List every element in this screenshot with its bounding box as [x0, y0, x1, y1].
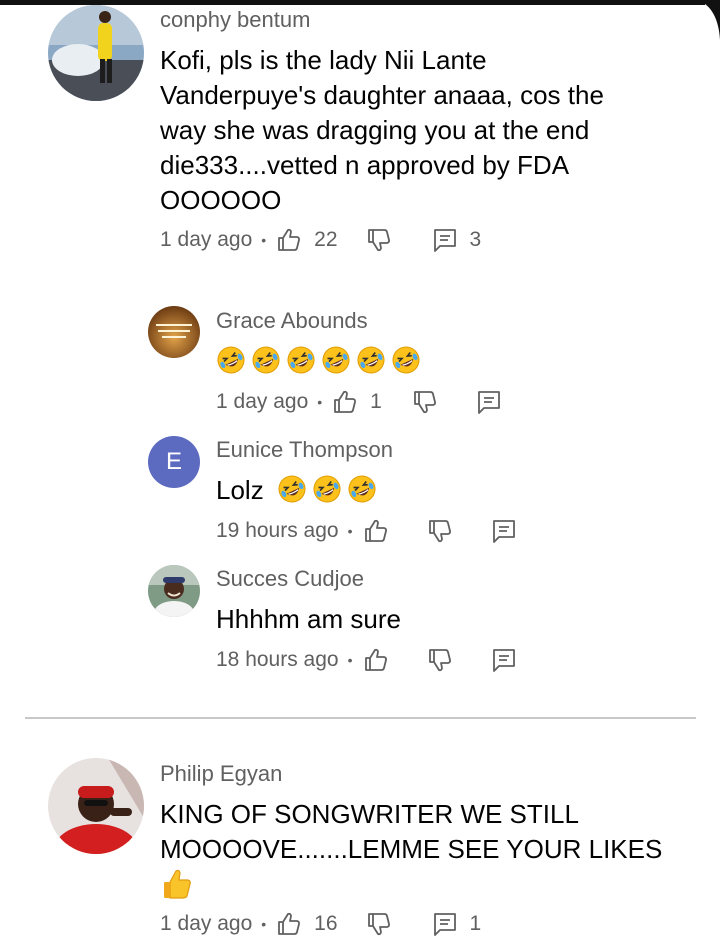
like-count: 16 — [314, 912, 338, 935]
laughing-emoji-icon — [277, 474, 307, 504]
reply-text-content: Lolz — [216, 475, 264, 505]
like-count: 22 — [314, 228, 338, 251]
thumb-down-outline-icon[interactable] — [427, 647, 453, 673]
separator-dot: • — [261, 232, 267, 248]
laughing-emoji-icon — [286, 345, 316, 375]
comment-text: KING OF SONGWRITER WE STILL MOOOOVE.....… — [160, 797, 700, 902]
thread-divider — [25, 717, 696, 719]
thumbs-up-emoji — [160, 867, 700, 902]
comment-text-line: die333....vetted n approved by FDA — [160, 150, 570, 180]
thumb-up-outline-icon[interactable] — [276, 227, 302, 253]
thumb-down-outline-icon[interactable] — [366, 911, 392, 937]
comment-time: 1 day ago — [160, 912, 253, 935]
laughing-emoji-icon — [347, 474, 377, 504]
screen-corner — [698, 0, 720, 40]
reply-text: Hhhhm am sure — [216, 604, 401, 634]
thumb-down-outline-icon[interactable] — [412, 389, 438, 415]
reply-count: 3 — [469, 228, 482, 251]
reply-count: 1 — [469, 912, 482, 935]
avatar[interactable] — [48, 5, 144, 101]
thumb-up-outline-icon[interactable] — [363, 647, 389, 673]
comment-text-line: Kofi, pls is the lady Nii Lante — [160, 45, 487, 75]
avatar[interactable]: E — [148, 436, 200, 488]
reply-author[interactable]: Succes Cudjoe — [216, 566, 364, 592]
like-count: 1 — [370, 390, 382, 413]
laughing-emoji-icon — [216, 345, 246, 375]
comment-text: Kofi, pls is the lady Nii Lante Vanderpu… — [160, 43, 680, 218]
comment-author[interactable]: conphy bentum — [160, 7, 310, 33]
laughing-emoji-icon — [312, 474, 342, 504]
comment-meta: 1 day ago • 16 1 — [160, 908, 481, 940]
separator-dot: • — [347, 652, 353, 668]
avatar-letter: E — [165, 448, 182, 475]
reply-text — [216, 344, 426, 379]
reply-text: Lolz — [216, 473, 382, 508]
thumb-down-outline-icon[interactable] — [366, 227, 392, 253]
comment-outline-icon[interactable] — [491, 518, 517, 544]
laughing-emoji-icon — [391, 345, 421, 375]
comment-time: 1 day ago — [160, 228, 253, 251]
reply-meta: 19 hours ago • — [216, 515, 517, 547]
laughing-emoji-icon — [321, 345, 351, 375]
comment-text-line: Vanderpuye's daughter anaaa, cos the — [160, 80, 604, 110]
comment-outline-icon[interactable] — [432, 911, 458, 937]
top-edge — [0, 0, 705, 5]
comment-outline-icon[interactable] — [432, 227, 458, 253]
reply-author[interactable]: Eunice Thompson — [216, 437, 393, 463]
thumb-up-outline-icon[interactable] — [332, 389, 358, 415]
thumb-down-outline-icon[interactable] — [427, 518, 453, 544]
reply-time: 18 hours ago — [216, 648, 339, 671]
reply-meta: 1 day ago • 1 — [216, 386, 502, 418]
reply-time: 19 hours ago — [216, 519, 339, 542]
separator-dot: • — [317, 394, 323, 410]
thumb-up-outline-icon[interactable] — [363, 518, 389, 544]
comment-meta: 1 day ago • 22 3 — [160, 224, 481, 256]
comment-author[interactable]: Philip Egyan — [160, 761, 282, 787]
comment-text-line: KING OF SONGWRITER WE STILL — [160, 799, 579, 829]
avatar[interactable] — [148, 565, 200, 617]
separator-dot: • — [347, 523, 353, 539]
avatar[interactable] — [148, 306, 200, 358]
comment-text-line: way she was dragging you at the end — [160, 115, 590, 145]
reply-author[interactable]: Grace Abounds — [216, 308, 368, 334]
thumbs-up-icon — [164, 869, 191, 899]
reply-time: 1 day ago — [216, 390, 309, 413]
comment-text-line: MOOOOVE.......LEMME SEE YOUR LIKES — [160, 834, 663, 864]
comment-outline-icon[interactable] — [491, 647, 517, 673]
thumb-up-outline-icon[interactable] — [276, 911, 302, 937]
comment-outline-icon[interactable] — [476, 389, 502, 415]
laughing-emoji-icon — [251, 345, 281, 375]
emoji-group — [277, 475, 382, 505]
reply-meta: 18 hours ago • — [216, 644, 517, 676]
avatar[interactable] — [48, 758, 144, 854]
laughing-emoji-icon — [356, 345, 386, 375]
comment-text-line: OOOOOO — [160, 185, 282, 215]
